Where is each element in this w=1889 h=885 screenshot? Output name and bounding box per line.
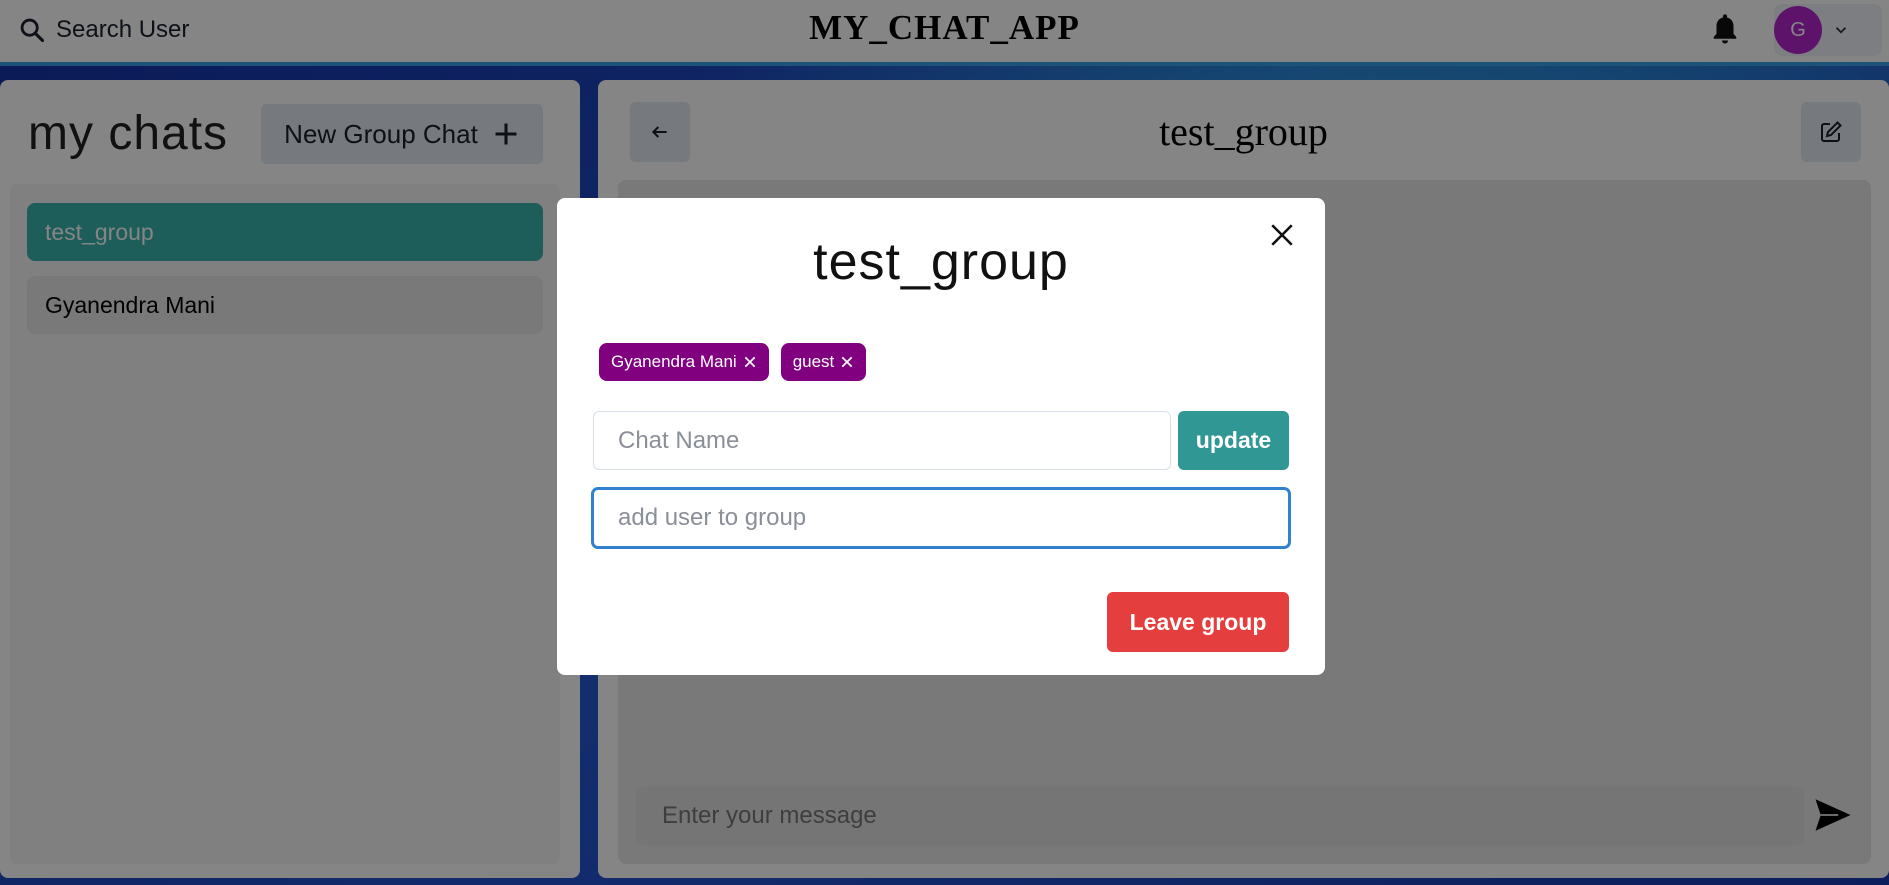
update-button[interactable]: update: [1178, 411, 1289, 470]
remove-member-icon[interactable]: [840, 355, 854, 369]
add-user-input[interactable]: [592, 488, 1290, 548]
member-badge[interactable]: Gyanendra Mani: [599, 343, 769, 381]
chat-name-input[interactable]: [593, 411, 1171, 470]
modal-title: test_group: [813, 233, 1069, 291]
leave-group-button[interactable]: Leave group: [1107, 592, 1289, 652]
group-settings-modal: test_group Gyanendra Mani guest update L…: [557, 198, 1325, 675]
member-badge[interactable]: guest: [780, 343, 867, 381]
remove-member-icon[interactable]: [743, 355, 757, 369]
member-badge-label: Gyanendra Mani: [611, 352, 737, 371]
close-icon[interactable]: [1269, 222, 1295, 248]
member-badges: Gyanendra Mani guest: [599, 343, 867, 381]
member-badge-label: guest: [792, 352, 835, 371]
